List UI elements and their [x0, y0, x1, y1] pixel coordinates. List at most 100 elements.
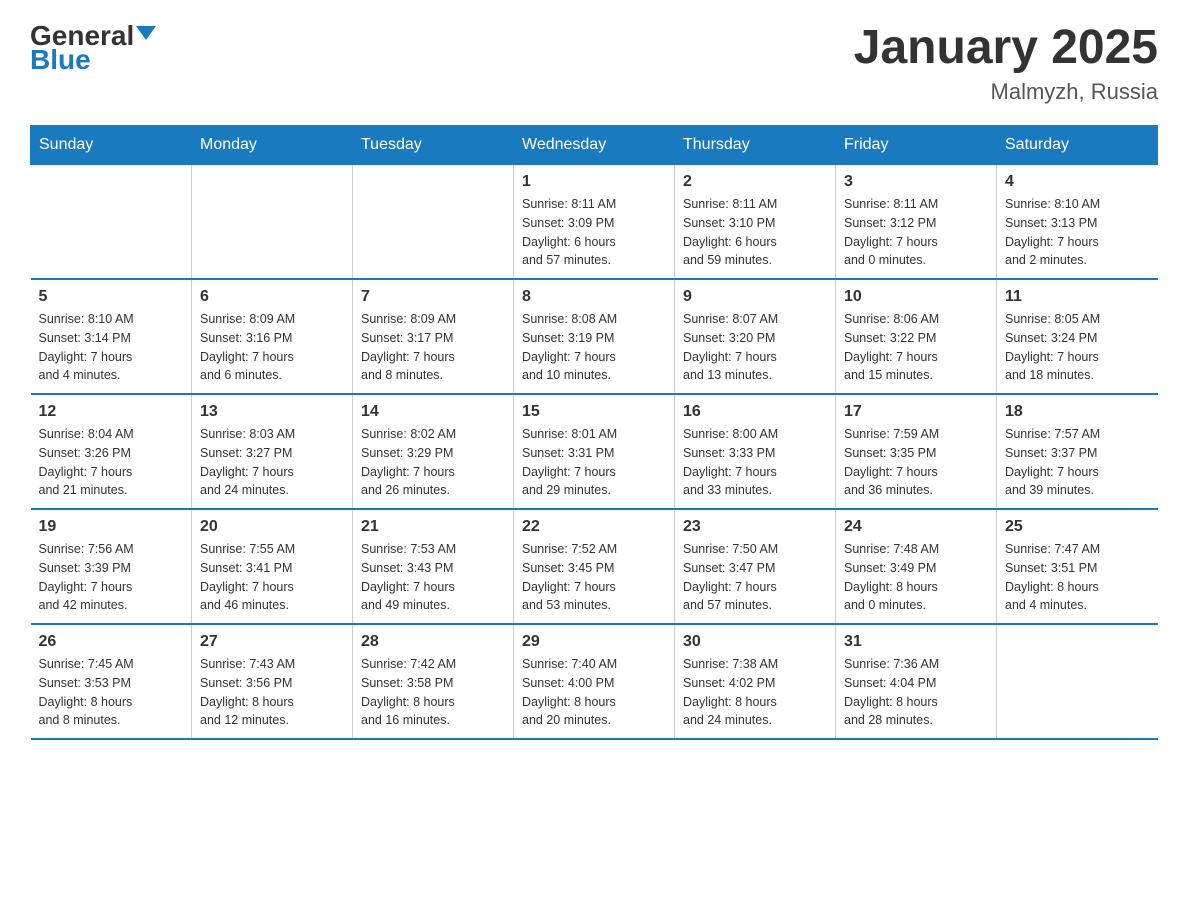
day-number: 9	[683, 288, 827, 306]
calendar-cell: 28 Sunrise: 7:42 AMSunset: 3:58 PMDayligh…	[353, 624, 514, 739]
calendar-cell: 3 Sunrise: 8:11 AMSunset: 3:12 PMDaylight…	[836, 165, 997, 280]
page-header: General Blue January 2025 Malmyzh, Russi…	[30, 20, 1158, 105]
calendar-cell: 14 Sunrise: 8:02 AMSunset: 3:29 PMDayligh…	[353, 394, 514, 509]
day-info: Sunrise: 7:45 AMSunset: 3:53 PMDaylight:…	[39, 655, 184, 730]
day-info: Sunrise: 8:01 AMSunset: 3:31 PMDaylight:…	[522, 425, 666, 500]
calendar-cell: 19Sunrise: 7:56 AMSunset: 3:39 PMDayligh…	[31, 509, 192, 624]
calendar-cell: 20Sunrise: 7:55 AMSunset: 3:41 PMDayligh…	[192, 509, 353, 624]
day-number: 26	[39, 633, 184, 651]
calendar-cell: 10 Sunrise: 8:06 AMSunset: 3:22 PMDayligh…	[836, 279, 997, 394]
day-info: Sunrise: 7:38 AMSunset: 4:02 PMDaylight:…	[683, 655, 827, 730]
day-info: Sunrise: 7:50 AMSunset: 3:47 PMDaylight:…	[683, 540, 827, 615]
week-row-4: 19Sunrise: 7:56 AMSunset: 3:39 PMDayligh…	[31, 509, 1158, 624]
calendar-cell: 12 Sunrise: 8:04 AMSunset: 3:26 PMDayligh…	[31, 394, 192, 509]
day-number: 14	[361, 403, 505, 421]
calendar-cell: 17 Sunrise: 7:59 AMSunset: 3:35 PMDayligh…	[836, 394, 997, 509]
week-row-5: 26 Sunrise: 7:45 AMSunset: 3:53 PMDayligh…	[31, 624, 1158, 739]
column-header-tuesday: Tuesday	[353, 126, 514, 165]
column-header-thursday: Thursday	[675, 126, 836, 165]
calendar-cell: 1Sunrise: 8:11 AMSunset: 3:09 PMDaylight…	[514, 165, 675, 280]
week-row-3: 12 Sunrise: 8:04 AMSunset: 3:26 PMDayligh…	[31, 394, 1158, 509]
calendar-cell: 8 Sunrise: 8:08 AMSunset: 3:19 PMDaylight…	[514, 279, 675, 394]
day-info: Sunrise: 8:06 AMSunset: 3:22 PMDaylight:…	[844, 310, 988, 385]
day-number: 13	[200, 403, 344, 421]
day-number: 30	[683, 633, 827, 651]
logo-blue-text: Blue	[30, 44, 91, 76]
day-info: Sunrise: 8:11 AMSunset: 3:09 PMDaylight:…	[522, 195, 666, 270]
calendar-cell: 15 Sunrise: 8:01 AMSunset: 3:31 PMDayligh…	[514, 394, 675, 509]
day-number: 4	[1005, 173, 1150, 191]
day-number: 5	[39, 288, 184, 306]
day-number: 21	[361, 518, 505, 536]
day-info: Sunrise: 7:56 AMSunset: 3:39 PMDaylight:…	[39, 540, 184, 615]
day-info: Sunrise: 7:57 AMSunset: 3:37 PMDaylight:…	[1005, 425, 1150, 500]
day-number: 25	[1005, 518, 1150, 536]
day-info: Sunrise: 8:04 AMSunset: 3:26 PMDaylight:…	[39, 425, 184, 500]
day-number: 15	[522, 403, 666, 421]
day-number: 17	[844, 403, 988, 421]
day-number: 29	[522, 633, 666, 651]
day-info: Sunrise: 7:52 AMSunset: 3:45 PMDaylight:…	[522, 540, 666, 615]
calendar-table: SundayMondayTuesdayWednesdayThursdayFrid…	[30, 125, 1158, 740]
calendar-cell: 9 Sunrise: 8:07 AMSunset: 3:20 PMDaylight…	[675, 279, 836, 394]
day-number: 28	[361, 633, 505, 651]
calendar-cell: 11Sunrise: 8:05 AMSunset: 3:24 PMDayligh…	[997, 279, 1158, 394]
column-header-friday: Friday	[836, 126, 997, 165]
day-info: Sunrise: 7:42 AMSunset: 3:58 PMDaylight:…	[361, 655, 505, 730]
calendar-cell: 26 Sunrise: 7:45 AMSunset: 3:53 PMDayligh…	[31, 624, 192, 739]
week-row-2: 5 Sunrise: 8:10 AMSunset: 3:14 PMDaylight…	[31, 279, 1158, 394]
calendar-cell: 21 Sunrise: 7:53 AMSunset: 3:43 PMDayligh…	[353, 509, 514, 624]
calendar-cell: 6Sunrise: 8:09 AMSunset: 3:16 PMDaylight…	[192, 279, 353, 394]
logo-triangle-icon	[136, 26, 156, 40]
title-block: January 2025 Malmyzh, Russia	[854, 20, 1158, 105]
day-number: 31	[844, 633, 988, 651]
calendar-cell: 4 Sunrise: 8:10 AMSunset: 3:13 PMDaylight…	[997, 165, 1158, 280]
day-info: Sunrise: 7:40 AMSunset: 4:00 PMDaylight:…	[522, 655, 666, 730]
column-header-wednesday: Wednesday	[514, 126, 675, 165]
day-info: Sunrise: 7:36 AMSunset: 4:04 PMDaylight:…	[844, 655, 988, 730]
calendar-cell: 5 Sunrise: 8:10 AMSunset: 3:14 PMDaylight…	[31, 279, 192, 394]
day-number: 12	[39, 403, 184, 421]
day-number: 16	[683, 403, 827, 421]
day-info: Sunrise: 8:09 AMSunset: 3:16 PMDaylight:…	[200, 310, 344, 385]
day-info: Sunrise: 8:08 AMSunset: 3:19 PMDaylight:…	[522, 310, 666, 385]
day-info: Sunrise: 7:43 AMSunset: 3:56 PMDaylight:…	[200, 655, 344, 730]
calendar-cell	[997, 624, 1158, 739]
day-number: 3	[844, 173, 988, 191]
calendar-cell: 29 Sunrise: 7:40 AMSunset: 4:00 PMDayligh…	[514, 624, 675, 739]
day-info: Sunrise: 7:55 AMSunset: 3:41 PMDaylight:…	[200, 540, 344, 615]
day-info: Sunrise: 8:10 AMSunset: 3:14 PMDaylight:…	[39, 310, 184, 385]
day-info: Sunrise: 8:07 AMSunset: 3:20 PMDaylight:…	[683, 310, 827, 385]
calendar-cell: 2 Sunrise: 8:11 AMSunset: 3:10 PMDaylight…	[675, 165, 836, 280]
day-info: Sunrise: 7:59 AMSunset: 3:35 PMDaylight:…	[844, 425, 988, 500]
column-header-monday: Monday	[192, 126, 353, 165]
week-row-1: 1Sunrise: 8:11 AMSunset: 3:09 PMDaylight…	[31, 165, 1158, 280]
day-number: 10	[844, 288, 988, 306]
column-header-saturday: Saturday	[997, 126, 1158, 165]
day-info: Sunrise: 8:11 AMSunset: 3:12 PMDaylight:…	[844, 195, 988, 270]
calendar-cell	[353, 165, 514, 280]
column-header-sunday: Sunday	[31, 126, 192, 165]
day-info: Sunrise: 8:00 AMSunset: 3:33 PMDaylight:…	[683, 425, 827, 500]
day-number: 8	[522, 288, 666, 306]
day-info: Sunrise: 8:03 AMSunset: 3:27 PMDaylight:…	[200, 425, 344, 500]
day-number: 24	[844, 518, 988, 536]
day-number: 2	[683, 173, 827, 191]
calendar-header-row: SundayMondayTuesdayWednesdayThursdayFrid…	[31, 126, 1158, 165]
calendar-cell: 27Sunrise: 7:43 AMSunset: 3:56 PMDayligh…	[192, 624, 353, 739]
day-number: 18	[1005, 403, 1150, 421]
day-info: Sunrise: 7:47 AMSunset: 3:51 PMDaylight:…	[1005, 540, 1150, 615]
calendar-cell: 22Sunrise: 7:52 AMSunset: 3:45 PMDayligh…	[514, 509, 675, 624]
calendar-cell: 25 Sunrise: 7:47 AMSunset: 3:51 PMDayligh…	[997, 509, 1158, 624]
month-title: January 2025	[854, 20, 1158, 75]
calendar-cell: 7Sunrise: 8:09 AMSunset: 3:17 PMDaylight…	[353, 279, 514, 394]
day-number: 7	[361, 288, 505, 306]
calendar-cell	[192, 165, 353, 280]
day-info: Sunrise: 7:53 AMSunset: 3:43 PMDaylight:…	[361, 540, 505, 615]
day-info: Sunrise: 8:05 AMSunset: 3:24 PMDaylight:…	[1005, 310, 1150, 385]
calendar-cell: 24Sunrise: 7:48 AMSunset: 3:49 PMDayligh…	[836, 509, 997, 624]
day-info: Sunrise: 8:02 AMSunset: 3:29 PMDaylight:…	[361, 425, 505, 500]
day-info: Sunrise: 8:11 AMSunset: 3:10 PMDaylight:…	[683, 195, 827, 270]
day-info: Sunrise: 8:10 AMSunset: 3:13 PMDaylight:…	[1005, 195, 1150, 270]
calendar-cell: 18 Sunrise: 7:57 AMSunset: 3:37 PMDayligh…	[997, 394, 1158, 509]
